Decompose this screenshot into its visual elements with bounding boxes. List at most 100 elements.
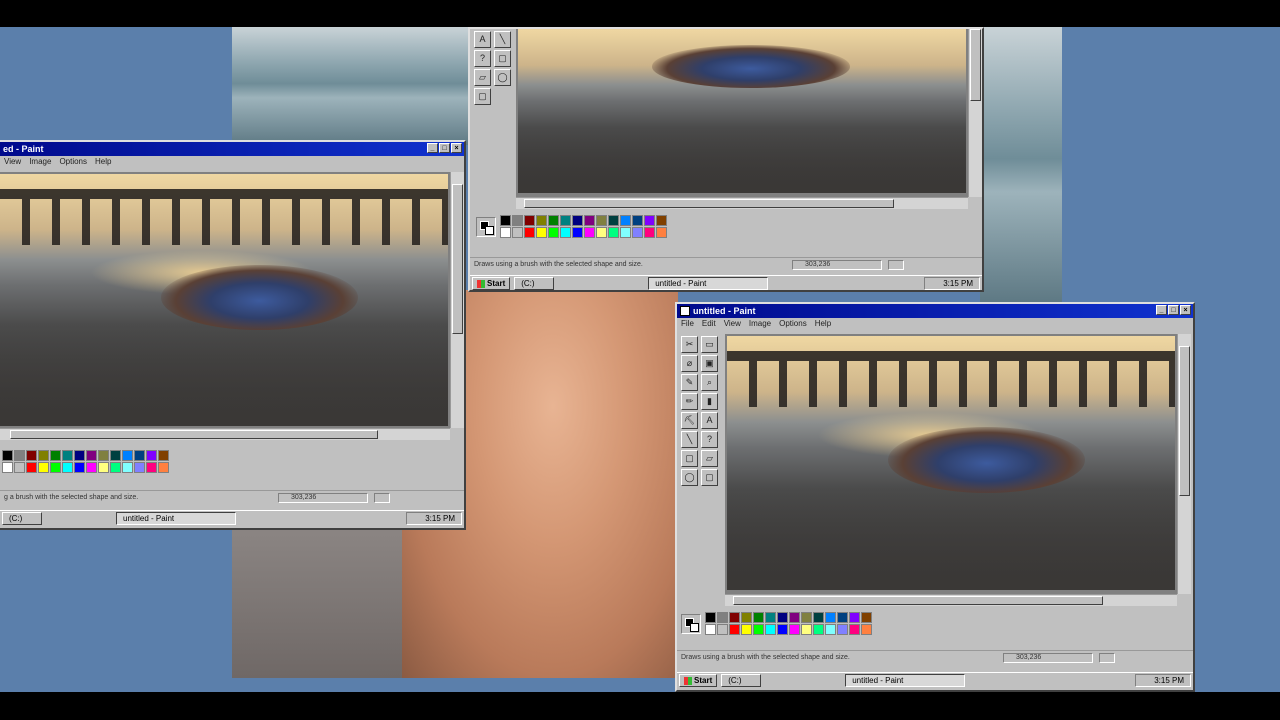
vertical-scrollbar[interactable]	[1177, 334, 1191, 594]
taskbar-item-paint[interactable]: untitled - Paint	[845, 674, 966, 687]
palette-swatch[interactable]	[837, 612, 848, 623]
palette-swatch[interactable]	[74, 450, 85, 461]
palette-swatch[interactable]	[122, 450, 133, 461]
palette-swatch[interactable]	[2, 450, 13, 461]
palette-swatch[interactable]	[608, 227, 619, 238]
palette-swatch[interactable]	[524, 215, 535, 226]
paint-tool[interactable]: ▣	[701, 355, 718, 372]
palette-swatch[interactable]	[98, 462, 109, 473]
menu-help[interactable]: Help	[815, 318, 831, 330]
start-button[interactable]: Start	[679, 674, 718, 687]
palette-swatch[interactable]	[861, 612, 872, 623]
paint-tool[interactable]: ◯	[681, 469, 698, 486]
palette-swatch[interactable]	[765, 612, 776, 623]
palette-swatch[interactable]	[813, 612, 824, 623]
palette-swatch[interactable]	[837, 624, 848, 635]
menu-image[interactable]: Image	[749, 318, 771, 330]
palette-swatch[interactable]	[644, 215, 655, 226]
vertical-scrollbar[interactable]	[450, 172, 464, 428]
palette-swatch[interactable]	[717, 624, 728, 635]
palette-swatch[interactable]	[608, 215, 619, 226]
palette-swatch[interactable]	[632, 227, 643, 238]
paint-tool[interactable]: ▮	[701, 393, 718, 410]
tool-ellipse[interactable]: ◯	[494, 69, 511, 86]
paint-tool[interactable]: ▢	[701, 469, 718, 486]
menu-file[interactable]: File	[681, 318, 694, 330]
canvas-image[interactable]	[727, 336, 1175, 590]
tool-curve[interactable]: ?	[474, 50, 491, 67]
tool-line[interactable]: ╲	[494, 31, 511, 48]
palette-swatch[interactable]	[146, 462, 157, 473]
palette-swatch[interactable]	[765, 624, 776, 635]
palette-swatch[interactable]	[2, 462, 13, 473]
palette-swatch[interactable]	[38, 450, 49, 461]
palette-swatch[interactable]	[789, 624, 800, 635]
palette-swatch[interactable]	[572, 215, 583, 226]
palette-swatch[interactable]	[98, 450, 109, 461]
taskbar-item-drive[interactable]: (C:)	[721, 674, 762, 687]
maximize-button[interactable]: □	[439, 143, 450, 153]
palette-swatch[interactable]	[536, 215, 547, 226]
palette-swatch[interactable]	[632, 215, 643, 226]
paint-tool[interactable]: ▭	[701, 336, 718, 353]
palette-swatch[interactable]	[50, 462, 61, 473]
palette-swatch[interactable]	[596, 227, 607, 238]
menu-view[interactable]: View	[4, 156, 21, 168]
palette-swatch[interactable]	[572, 227, 583, 238]
tool-polygon[interactable]: ▱	[474, 69, 491, 86]
minimize-button[interactable]: _	[1156, 305, 1167, 315]
palette-swatch[interactable]	[14, 462, 25, 473]
horizontal-scrollbar[interactable]	[725, 594, 1177, 606]
palette-swatch[interactable]	[741, 612, 752, 623]
tool-rounded-rect[interactable]: ▢	[474, 88, 491, 105]
palette-swatch[interactable]	[861, 624, 872, 635]
palette-swatch[interactable]	[789, 612, 800, 623]
canvas-image[interactable]	[518, 29, 966, 193]
tool-rectangle[interactable]: ▢	[494, 50, 511, 67]
palette-swatch[interactable]	[656, 215, 667, 226]
palette-swatch[interactable]	[26, 462, 37, 473]
palette-swatch[interactable]	[801, 624, 812, 635]
paint-tool[interactable]: ⌀	[681, 355, 698, 372]
palette-swatch[interactable]	[14, 450, 25, 461]
palette-swatch[interactable]	[560, 227, 571, 238]
menu-view[interactable]: View	[724, 318, 741, 330]
palette-swatch[interactable]	[548, 215, 559, 226]
paint-tool[interactable]: ?	[701, 431, 718, 448]
close-button[interactable]: ×	[451, 143, 462, 153]
vertical-scrollbar[interactable]	[968, 29, 982, 197]
paint-tool[interactable]: ▢	[681, 450, 698, 467]
palette-swatch[interactable]	[512, 227, 523, 238]
palette-swatch[interactable]	[777, 612, 788, 623]
palette-swatch[interactable]	[584, 215, 595, 226]
palette-swatch[interactable]	[560, 215, 571, 226]
paint-tool[interactable]: A	[701, 412, 718, 429]
maximize-button[interactable]: □	[1168, 305, 1179, 315]
palette-swatch[interactable]	[158, 462, 169, 473]
paint-tool[interactable]: ✏	[681, 393, 698, 410]
taskbar-item-paint[interactable]: untitled - Paint	[116, 512, 236, 525]
palette-swatch[interactable]	[146, 450, 157, 461]
palette-swatch[interactable]	[524, 227, 535, 238]
palette-swatch[interactable]	[500, 215, 511, 226]
palette-swatch[interactable]	[596, 215, 607, 226]
palette-swatch[interactable]	[74, 462, 85, 473]
palette-swatch[interactable]	[110, 462, 121, 473]
title-bar[interactable]: untitled - Paint _ □ ×	[677, 304, 1193, 318]
palette-swatch[interactable]	[38, 462, 49, 473]
palette-swatch[interactable]	[536, 227, 547, 238]
palette-swatch[interactable]	[584, 227, 595, 238]
palette-swatch[interactable]	[62, 450, 73, 461]
paint-tool[interactable]: ✂	[681, 336, 698, 353]
palette-swatch[interactable]	[62, 462, 73, 473]
taskbar-item-drive[interactable]: (C:)	[514, 277, 555, 290]
palette-swatch[interactable]	[26, 450, 37, 461]
menu-edit[interactable]: Edit	[702, 318, 716, 330]
palette-swatch[interactable]	[849, 624, 860, 635]
menu-image[interactable]: Image	[29, 156, 51, 168]
palette-swatch[interactable]	[825, 624, 836, 635]
palette-swatch[interactable]	[512, 215, 523, 226]
palette-swatch[interactable]	[825, 612, 836, 623]
palette-swatch[interactable]	[110, 450, 121, 461]
palette-swatch[interactable]	[656, 227, 667, 238]
